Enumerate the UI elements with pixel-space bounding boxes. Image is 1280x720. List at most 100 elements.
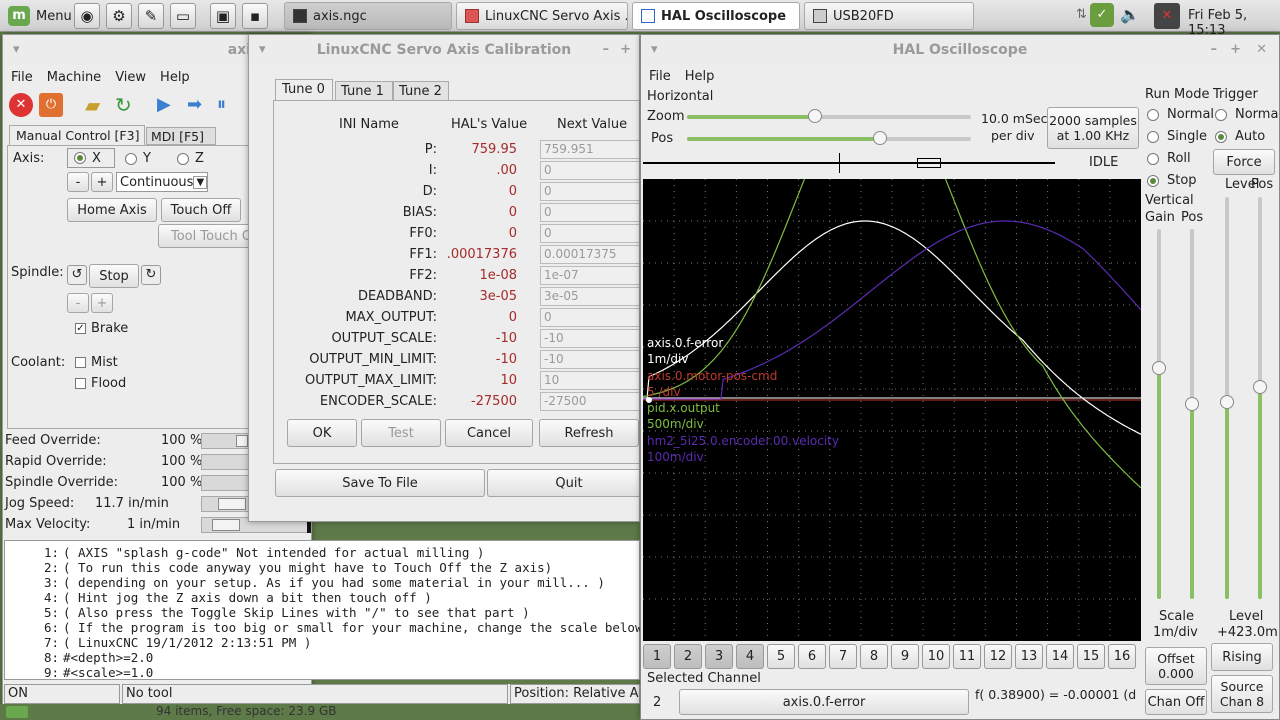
- channel-button-2[interactable]: 2: [674, 644, 702, 669]
- scope-display[interactable]: axis.0.f-error 1m/div axis.0.motor-pos-cmd…: [643, 179, 1141, 641]
- channel-button-5[interactable]: 5: [767, 644, 795, 669]
- next-value-field[interactable]: 0: [540, 308, 639, 327]
- tab-tune-1[interactable]: Tune 1: [335, 81, 393, 101]
- tab-tune-0[interactable]: Tune 0: [275, 79, 333, 101]
- channel-button-6[interactable]: 6: [798, 644, 826, 669]
- gcode-listing[interactable]: 1: ( AXIS "splash g-code" Not intended fo…: [4, 540, 658, 680]
- flood-checkbox[interactable]: Flood: [75, 376, 126, 391]
- monitor-launcher-icon[interactable]: ▭: [170, 3, 196, 29]
- terminal-launcher-icon[interactable]: ▪: [242, 3, 268, 29]
- axis-radio-y[interactable]: Y: [125, 151, 151, 166]
- next-value-field[interactable]: 759.951: [540, 140, 639, 159]
- ok-button[interactable]: OK: [287, 419, 357, 447]
- zoom-slider-knob[interactable]: [807, 109, 822, 123]
- estop-icon[interactable]: ✕: [9, 93, 33, 117]
- minimize-icon[interactable]: –: [603, 42, 610, 57]
- spindle-faster-button[interactable]: +: [91, 293, 113, 313]
- vertical-pos-knob[interactable]: [1185, 397, 1199, 411]
- channel-button-14[interactable]: 14: [1046, 644, 1074, 669]
- gain-slider-knob[interactable]: [1152, 361, 1166, 375]
- menu-help[interactable]: Help: [160, 70, 190, 85]
- jog-plus-button[interactable]: +: [91, 172, 113, 192]
- quit-button[interactable]: Quit: [487, 469, 639, 497]
- trigger-pos-knob[interactable]: [1253, 380, 1267, 394]
- update-manager-icon[interactable]: ✓: [1090, 3, 1114, 27]
- menu-file[interactable]: File: [11, 70, 33, 85]
- spindle-stop-button[interactable]: Stop: [89, 264, 139, 288]
- jog-mode-select[interactable]: Continuous ▼: [116, 172, 208, 192]
- channel-button-4[interactable]: 4: [736, 644, 764, 669]
- next-value-field[interactable]: -10: [540, 329, 639, 348]
- tab-manual-control[interactable]: Manual Control [F3]: [9, 125, 145, 145]
- linuxcnc-launcher-icon[interactable]: ⚙: [106, 3, 132, 29]
- channel-button-3[interactable]: 3: [705, 644, 733, 669]
- taskbar-window-axis[interactable]: axis.ngc: [284, 2, 452, 30]
- channel-button-15[interactable]: 15: [1077, 644, 1105, 669]
- next-value-field[interactable]: 0: [540, 161, 639, 180]
- run-icon[interactable]: ▶: [157, 93, 181, 117]
- run-mode-normal[interactable]: Normal: [1147, 107, 1214, 122]
- next-value-field[interactable]: -27500: [540, 392, 639, 411]
- channel-button-9[interactable]: 9: [891, 644, 919, 669]
- channel-button-8[interactable]: 8: [860, 644, 888, 669]
- menu-help[interactable]: Help: [685, 69, 715, 84]
- test-button[interactable]: Test: [361, 419, 441, 447]
- channel-button-12[interactable]: 12: [984, 644, 1012, 669]
- spindle-cw-icon[interactable]: ↻: [141, 265, 161, 285]
- next-value-field[interactable]: 3e-05: [540, 287, 639, 306]
- reload-icon[interactable]: ↻: [115, 93, 139, 117]
- channel-button-13[interactable]: 13: [1015, 644, 1043, 669]
- menu-machine[interactable]: Machine: [47, 70, 101, 85]
- run-mode-roll[interactable]: Roll: [1147, 151, 1191, 166]
- next-value-field[interactable]: -10: [540, 350, 639, 369]
- tab-mdi[interactable]: MDI [F5]: [146, 127, 216, 145]
- channel-button-1[interactable]: 1: [643, 644, 671, 669]
- channel-button-10[interactable]: 10: [922, 644, 950, 669]
- next-value-field[interactable]: 0: [540, 203, 639, 222]
- volume-icon[interactable]: 🔈: [1120, 5, 1140, 24]
- chan-off-button[interactable]: Chan Off: [1145, 689, 1207, 715]
- spindle-ccw-icon[interactable]: ↺: [67, 265, 87, 285]
- trigger-edge-button[interactable]: Rising: [1211, 643, 1273, 671]
- taskbar-window-usb[interactable]: USB20FD: [804, 2, 974, 30]
- window-menu-icon[interactable]: ▾: [13, 42, 20, 57]
- next-value-field[interactable]: 1e-07: [540, 266, 639, 285]
- close-icon[interactable]: ✕: [1256, 42, 1267, 57]
- menu-file[interactable]: File: [649, 69, 671, 84]
- run-mode-stop[interactable]: Stop: [1147, 173, 1197, 188]
- webcam-launcher-icon[interactable]: ◉: [74, 3, 100, 29]
- maximize-icon[interactable]: +: [620, 42, 631, 57]
- tray-arrows-icon[interactable]: ⇅: [1076, 7, 1087, 22]
- trigger-source-button[interactable]: Source Chan 8: [1211, 675, 1273, 713]
- channel-button-16[interactable]: 16: [1108, 644, 1136, 669]
- jog-minus-button[interactable]: -: [67, 172, 89, 192]
- window-menu-icon[interactable]: ▾: [651, 42, 658, 57]
- next-value-field[interactable]: 0: [540, 182, 639, 201]
- power-icon[interactable]: ⏻: [39, 93, 63, 117]
- show-desktop-icon[interactable]: ▣: [210, 3, 236, 29]
- selected-channel-button[interactable]: axis.0.f-error: [679, 689, 969, 715]
- force-trigger-button[interactable]: Force: [1213, 149, 1275, 175]
- spindle-slower-button[interactable]: -: [67, 293, 89, 313]
- step-icon[interactable]: ➡: [187, 93, 211, 117]
- channel-button-11[interactable]: 11: [953, 644, 981, 669]
- axis-radio-z[interactable]: Z: [177, 151, 204, 166]
- text-editor-launcher-icon[interactable]: ✎: [138, 3, 164, 29]
- menu-button[interactable]: m Menu: [4, 3, 76, 29]
- trigger-level-knob[interactable]: [1220, 395, 1234, 409]
- tool-touch-off-button[interactable]: Tool Touch O: [158, 224, 258, 248]
- axis-radio-x[interactable]: X: [67, 148, 115, 168]
- next-value-field[interactable]: 0: [540, 224, 639, 243]
- refresh-button[interactable]: Refresh: [539, 419, 639, 447]
- taskbar-window-calibration[interactable]: LinuxCNC Servo Axis ...: [456, 2, 628, 30]
- home-axis-button[interactable]: Home Axis: [67, 198, 157, 222]
- next-value-field[interactable]: 0.00017375: [540, 245, 639, 264]
- run-mode-single[interactable]: Single: [1147, 129, 1207, 144]
- tab-tune-2[interactable]: Tune 2: [393, 81, 449, 101]
- channel-button-7[interactable]: 7: [829, 644, 857, 669]
- mist-checkbox[interactable]: Mist: [75, 355, 118, 370]
- brake-checkbox[interactable]: ✓ Brake: [75, 321, 128, 336]
- maximize-icon[interactable]: +: [1230, 42, 1241, 57]
- network-icon[interactable]: ✕: [1154, 3, 1180, 29]
- cancel-button[interactable]: Cancel: [445, 419, 533, 447]
